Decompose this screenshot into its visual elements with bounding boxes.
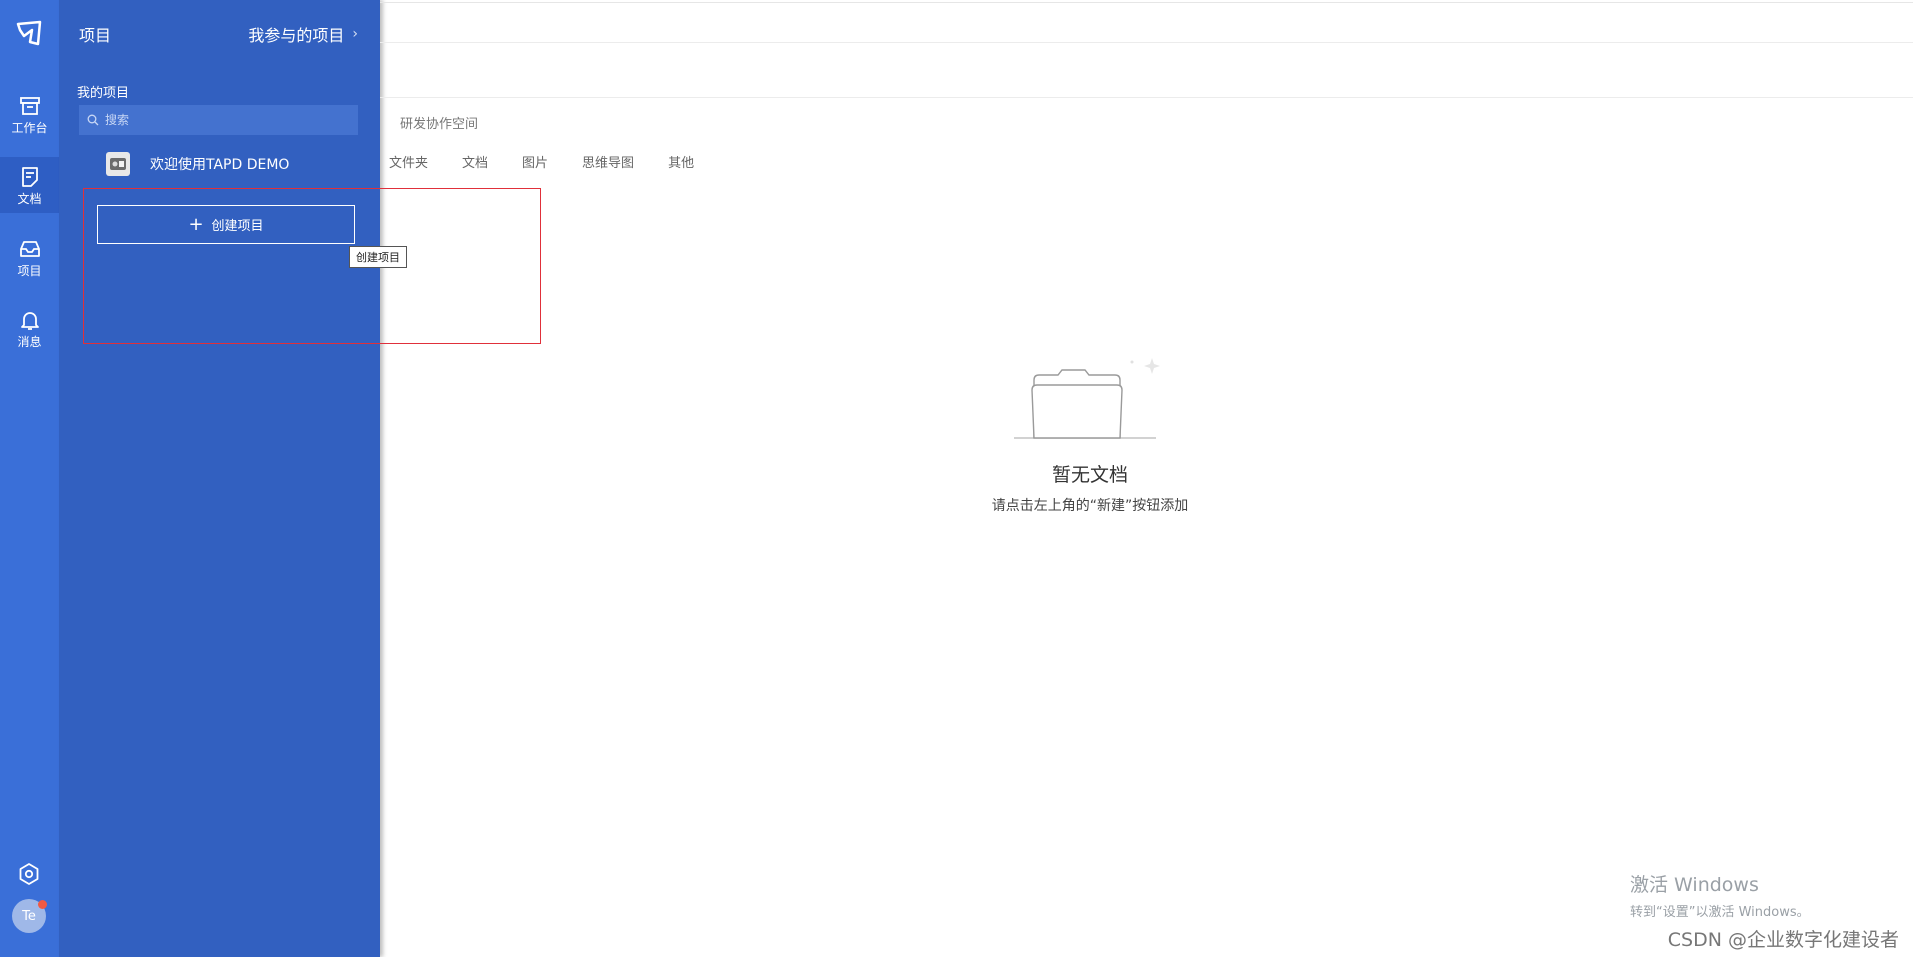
project-list-item[interactable]: 欢迎使用TAPD DEMO [106,152,289,176]
tab-other[interactable]: 其他 [668,152,694,171]
left-rail: 工作台 文档 项目 消息 Te [0,0,59,957]
project-name: 欢迎使用TAPD DEMO [150,157,290,173]
notification-dot [38,900,47,909]
search-icon [87,114,99,126]
rail-item-label: 工作台 [11,121,48,135]
divider [380,2,1913,3]
inbox-icon [19,241,40,257]
csdn-watermark: CSDN @企业数字化建设者 [1667,929,1899,951]
participated-projects-label: 我参与的项目 [248,26,345,45]
rail-item-docs[interactable]: 文档 [0,157,59,213]
divider [380,97,1913,98]
bell-icon [20,312,39,330]
empty-folder-illustration [1014,358,1160,439]
breadcrumb[interactable]: 研发协作空间 [400,113,478,132]
rail-item-messages[interactable]: 消息 [0,300,59,356]
app-logo-icon[interactable] [14,18,44,48]
project-search[interactable] [79,105,358,135]
rail-item-label: 消息 [17,335,42,349]
settings-icon[interactable] [17,862,41,886]
tab-document[interactable]: 文档 [462,152,488,171]
doc-type-tabs: 文件夹 文档 图片 思维导图 其他 [389,152,728,171]
empty-state-title: 暂无文档 [1051,464,1128,486]
participated-projects-link[interactable]: 我参与的项目 › [248,22,358,46]
create-project-label: 创建项目 [211,219,264,234]
create-project-tooltip: 创建项目 [349,246,407,268]
create-project-button[interactable]: + 创建项目 [97,205,355,244]
project-thumbnail [106,152,130,176]
project-drawer: 项目 我参与的项目 › 我的项目 欢迎使用TAPD DEMO + 创建项目 [59,0,380,957]
project-image-icon [110,158,126,170]
avatar[interactable]: Te [12,899,47,933]
divider [380,42,1913,43]
avatar-initials: Te [22,908,36,924]
rail-item-workbench[interactable]: 工作台 [0,86,59,142]
chevron-right-icon: › [352,26,358,42]
tab-mindmap[interactable]: 思维导图 [582,152,634,171]
tab-folder[interactable]: 文件夹 [389,152,428,171]
windows-activation-watermark: 激活 Windows 转到“设置”以激活 Windows。 [1630,870,1810,920]
my-projects-heading: 我的项目 [77,86,130,101]
project-search-input[interactable] [105,113,345,127]
document-icon [21,167,38,187]
watermark-line2: 转到“设置”以激活 Windows。 [1630,905,1810,920]
rail-item-label: 文档 [17,192,42,206]
plus-icon: + [188,213,204,235]
rail-item-projects[interactable]: 项目 [0,229,59,285]
empty-state-hint: 请点击左上角的“新建”按钮添加 [991,498,1189,514]
drawer-title: 项目 [79,26,112,45]
rail-item-label: 项目 [17,264,42,278]
archive-icon [19,97,40,115]
tab-image[interactable]: 图片 [522,152,548,171]
watermark-line1: 激活 Windows [1630,874,1759,896]
